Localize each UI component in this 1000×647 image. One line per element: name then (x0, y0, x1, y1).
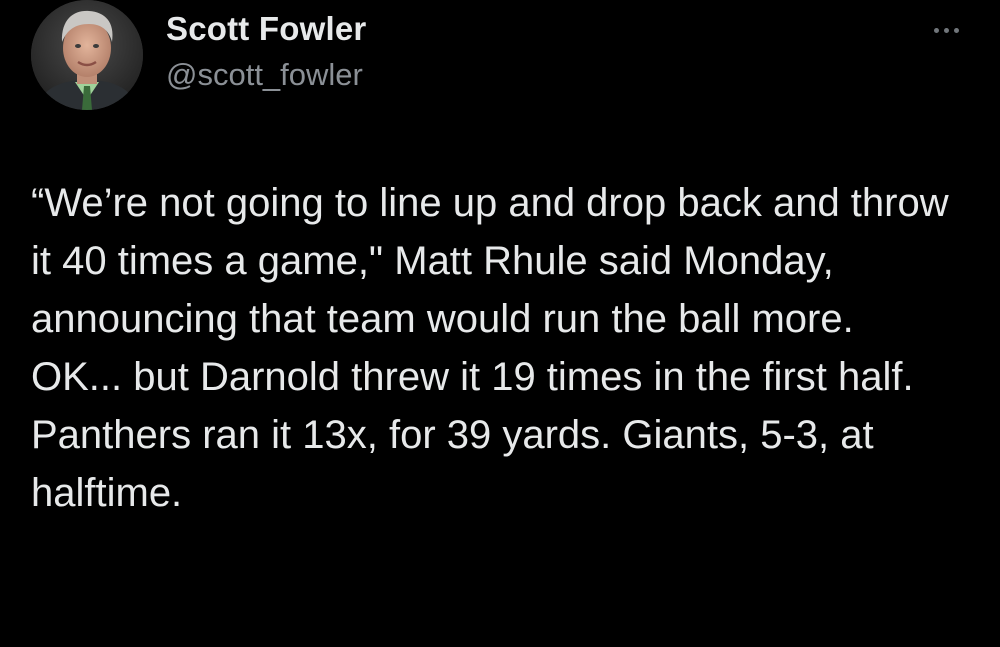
tweet-body: “We’re not going to line up and drop bac… (31, 174, 951, 522)
tweet-card: Scott Fowler @scott_fowler “We’re not go… (0, 0, 1000, 647)
more-horizontal-icon-dot (943, 27, 949, 33)
author-handle[interactable]: @scott_fowler (166, 57, 363, 93)
tweet-paragraph-2: OK... but Darnold threw it 19 times in t… (31, 355, 914, 515)
more-horizontal-icon (933, 27, 939, 33)
author-display-name[interactable]: Scott Fowler (166, 10, 366, 48)
profile-photo-icon (31, 0, 143, 110)
author-avatar[interactable] (31, 0, 143, 110)
more-horizontal-icon-dot (953, 27, 959, 33)
tweet-paragraph-1: “We’re not going to line up and drop bac… (31, 181, 949, 341)
more-options-button[interactable] (924, 18, 968, 42)
